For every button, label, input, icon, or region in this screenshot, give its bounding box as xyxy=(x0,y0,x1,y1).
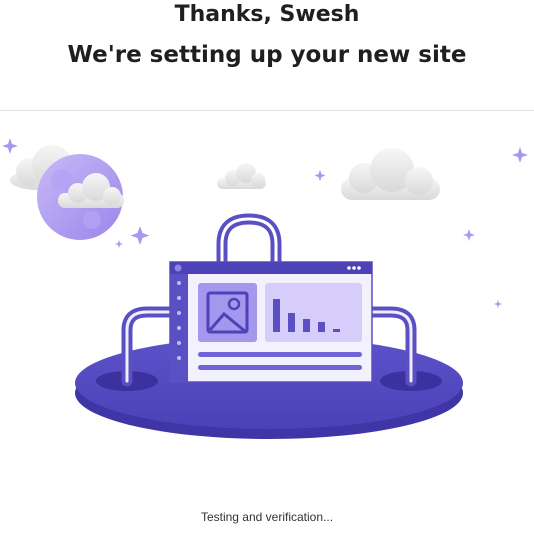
setup-status-text: Testing and verification... xyxy=(200,510,334,524)
cloud-icon xyxy=(217,163,266,189)
cloud-icon xyxy=(341,148,440,200)
sparkle-icon xyxy=(314,170,326,181)
browser-window-icon xyxy=(169,261,373,383)
header-divider xyxy=(0,110,534,111)
greeting-heading: Thanks, Swesh xyxy=(174,2,360,27)
site-setup-illustration xyxy=(2,138,528,439)
image-icon xyxy=(198,283,257,342)
sparkle-icon xyxy=(512,147,528,163)
sparkle-icon xyxy=(115,240,123,248)
sparkle-icon xyxy=(494,300,502,308)
sparkle-icon xyxy=(130,226,150,245)
sparkle-icon xyxy=(2,138,18,154)
site-setup-page: Thanks, Swesh We're setting up your new … xyxy=(0,0,534,533)
bar-chart-icon xyxy=(265,283,362,342)
setup-subtitle: We're setting up your new site xyxy=(67,42,467,68)
sparkle-icon xyxy=(463,229,475,241)
